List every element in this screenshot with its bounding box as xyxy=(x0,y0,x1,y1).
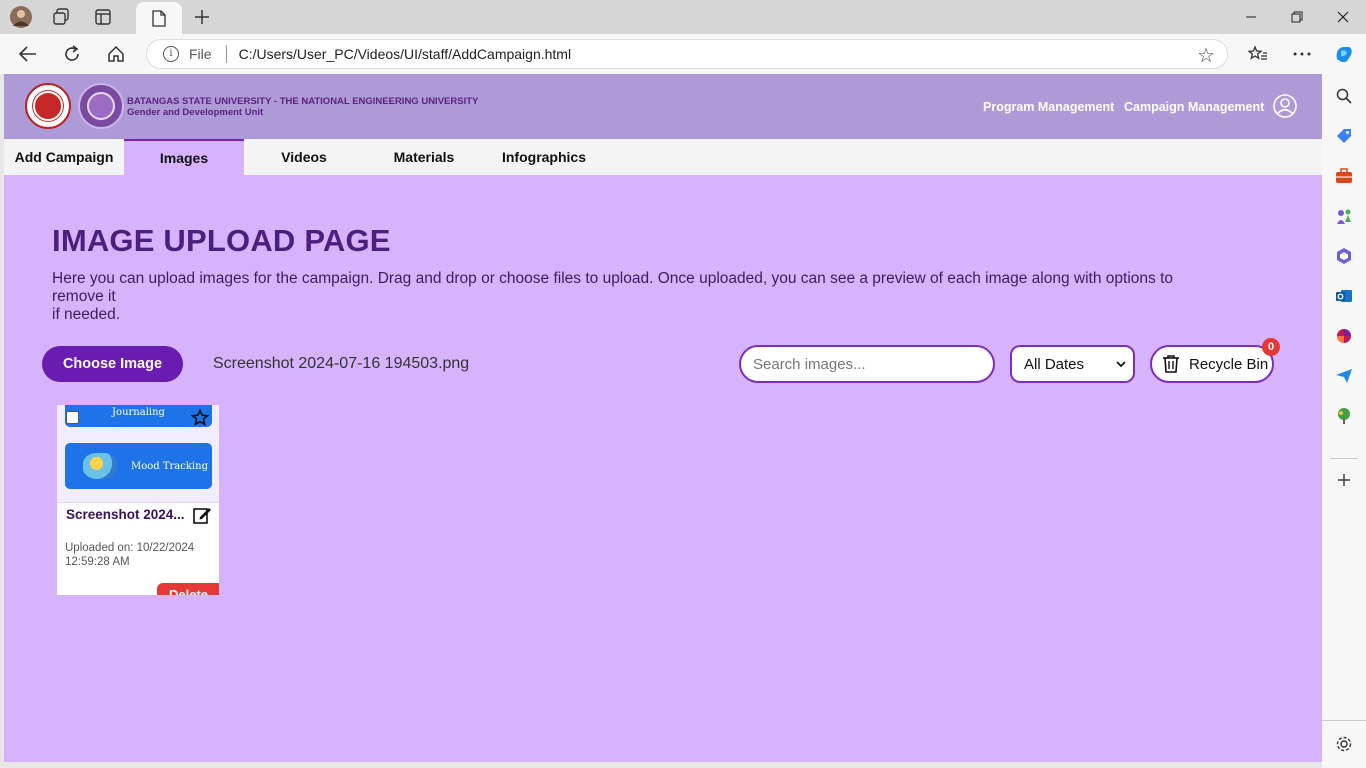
settings-gear-icon[interactable] xyxy=(1334,734,1354,754)
card-divider xyxy=(57,502,219,503)
upload-date: Uploaded on: 10/22/2024 12:59:28 AM xyxy=(65,542,195,568)
thumb-tile-mood-tracking: Mood Tracking xyxy=(65,443,212,489)
sidebar-bottom-divider xyxy=(1322,720,1366,721)
chevron-down-icon xyxy=(1116,361,1126,368)
select-checkbox[interactable] xyxy=(66,411,79,424)
mood-tracking-illustration xyxy=(83,453,117,479)
page-icon xyxy=(152,9,166,27)
browser-sidebar xyxy=(1322,74,1366,768)
add-sidebar-item-icon[interactable] xyxy=(1334,470,1354,490)
site-header: BATANGAS STATE UNIVERSITY - THE NATIONAL… xyxy=(4,74,1322,139)
send-icon[interactable] xyxy=(1334,366,1354,386)
designer-icon[interactable] xyxy=(1334,326,1354,346)
scheme-label: File xyxy=(189,46,212,62)
address-bar[interactable]: i File C:/Users/User_PC/Videos/UI/staff/… xyxy=(146,39,1228,69)
new-tab-icon[interactable] xyxy=(189,4,215,30)
url-text[interactable]: C:/Users/User_PC/Videos/UI/staff/AddCamp… xyxy=(239,46,572,62)
search-icon[interactable] xyxy=(1334,86,1354,106)
refresh-icon[interactable] xyxy=(58,40,86,68)
outlook-icon[interactable] xyxy=(1334,286,1354,306)
tab-infographics[interactable]: Infographics xyxy=(484,139,604,175)
recycle-bin-button[interactable]: Recycle Bin xyxy=(1150,345,1274,383)
copilot-icon[interactable] xyxy=(1330,40,1358,68)
tools-icon[interactable] xyxy=(1334,166,1354,186)
shopping-tag-icon[interactable] xyxy=(1334,126,1354,146)
tab-images[interactable]: Images xyxy=(124,139,244,175)
back-icon[interactable] xyxy=(14,40,42,68)
more-options-icon[interactable] xyxy=(1288,40,1316,68)
thumb-tile-label: Journaling xyxy=(112,406,165,418)
web-page: BATANGAS STATE UNIVERSITY - THE NATIONAL… xyxy=(4,74,1322,762)
description-line: remove it xyxy=(52,288,116,305)
games-icon[interactable] xyxy=(1334,206,1354,226)
campaign-subtabs: Add Campaign Images Videos Materials Inf… xyxy=(4,139,1322,175)
description-line: if needed. xyxy=(52,306,121,323)
favorite-star-icon[interactable] xyxy=(191,409,209,427)
description-line: Here you can upload images for the campa… xyxy=(52,270,1174,287)
unit-name: Gender and Development Unit xyxy=(127,107,264,118)
favorite-star-icon[interactable]: ☆ xyxy=(1197,43,1215,68)
favorites-icon[interactable] xyxy=(1244,40,1272,68)
address-separator xyxy=(225,45,227,63)
image-card: Journaling Mood Tracking Screenshot 2024… xyxy=(57,405,219,595)
tab-materials[interactable]: Materials xyxy=(364,139,484,175)
recycle-bin-count-badge: 0 xyxy=(1262,338,1280,356)
date-filter-value: All Dates xyxy=(1024,355,1085,373)
choose-image-button[interactable]: Choose Image xyxy=(42,346,183,382)
trash-icon xyxy=(1163,355,1179,373)
profile-avatar-icon[interactable] xyxy=(8,4,34,30)
image-title: Screenshot 2024... xyxy=(66,507,185,522)
university-name: BATANGAS STATE UNIVERSITY - THE NATIONAL… xyxy=(127,96,479,107)
page-title: IMAGE UPLOAD PAGE xyxy=(52,223,391,258)
close-window-icon[interactable] xyxy=(1320,0,1366,34)
workspaces-icon[interactable] xyxy=(48,4,74,30)
restore-icon[interactable] xyxy=(1274,0,1320,34)
site-info-icon[interactable]: i xyxy=(163,46,179,62)
search-images-input[interactable]: Search images... xyxy=(739,345,995,383)
delete-button[interactable]: Delete xyxy=(157,583,219,595)
home-icon[interactable] xyxy=(102,40,130,68)
page-description: Here you can upload images for the campa… xyxy=(52,270,1232,324)
sidebar-divider xyxy=(1330,458,1358,459)
active-browser-tab[interactable] xyxy=(136,2,182,34)
thumb-tile-journaling: Journaling xyxy=(65,405,212,427)
minimize-icon[interactable] xyxy=(1228,0,1274,34)
nav-program-management[interactable]: Program Management xyxy=(983,100,1114,114)
nav-campaign-management[interactable]: Campaign Management xyxy=(1124,100,1264,114)
gad-unit-logo xyxy=(78,83,124,129)
recycle-bin-label: Recycle Bin xyxy=(1189,355,1269,373)
selected-file-name: Screenshot 2024-07-16 194503.png xyxy=(213,355,470,372)
date-filter-select[interactable]: All Dates xyxy=(1010,345,1135,383)
tab-add-campaign[interactable]: Add Campaign xyxy=(4,139,124,175)
browser-toolbar: i File C:/Users/User_PC/Videos/UI/staff/… xyxy=(0,34,1366,74)
vertical-tabs-icon[interactable] xyxy=(90,4,116,30)
thumb-tile-label: Mood Tracking xyxy=(131,460,208,472)
tab-videos[interactable]: Videos xyxy=(244,139,364,175)
browser-tab-strip xyxy=(0,0,1366,34)
user-profile-icon[interactable] xyxy=(1273,94,1297,118)
tree-icon[interactable] xyxy=(1334,406,1354,426)
university-seal-logo xyxy=(25,83,71,129)
edit-icon[interactable] xyxy=(192,505,212,525)
microsoft365-icon[interactable] xyxy=(1334,246,1354,266)
